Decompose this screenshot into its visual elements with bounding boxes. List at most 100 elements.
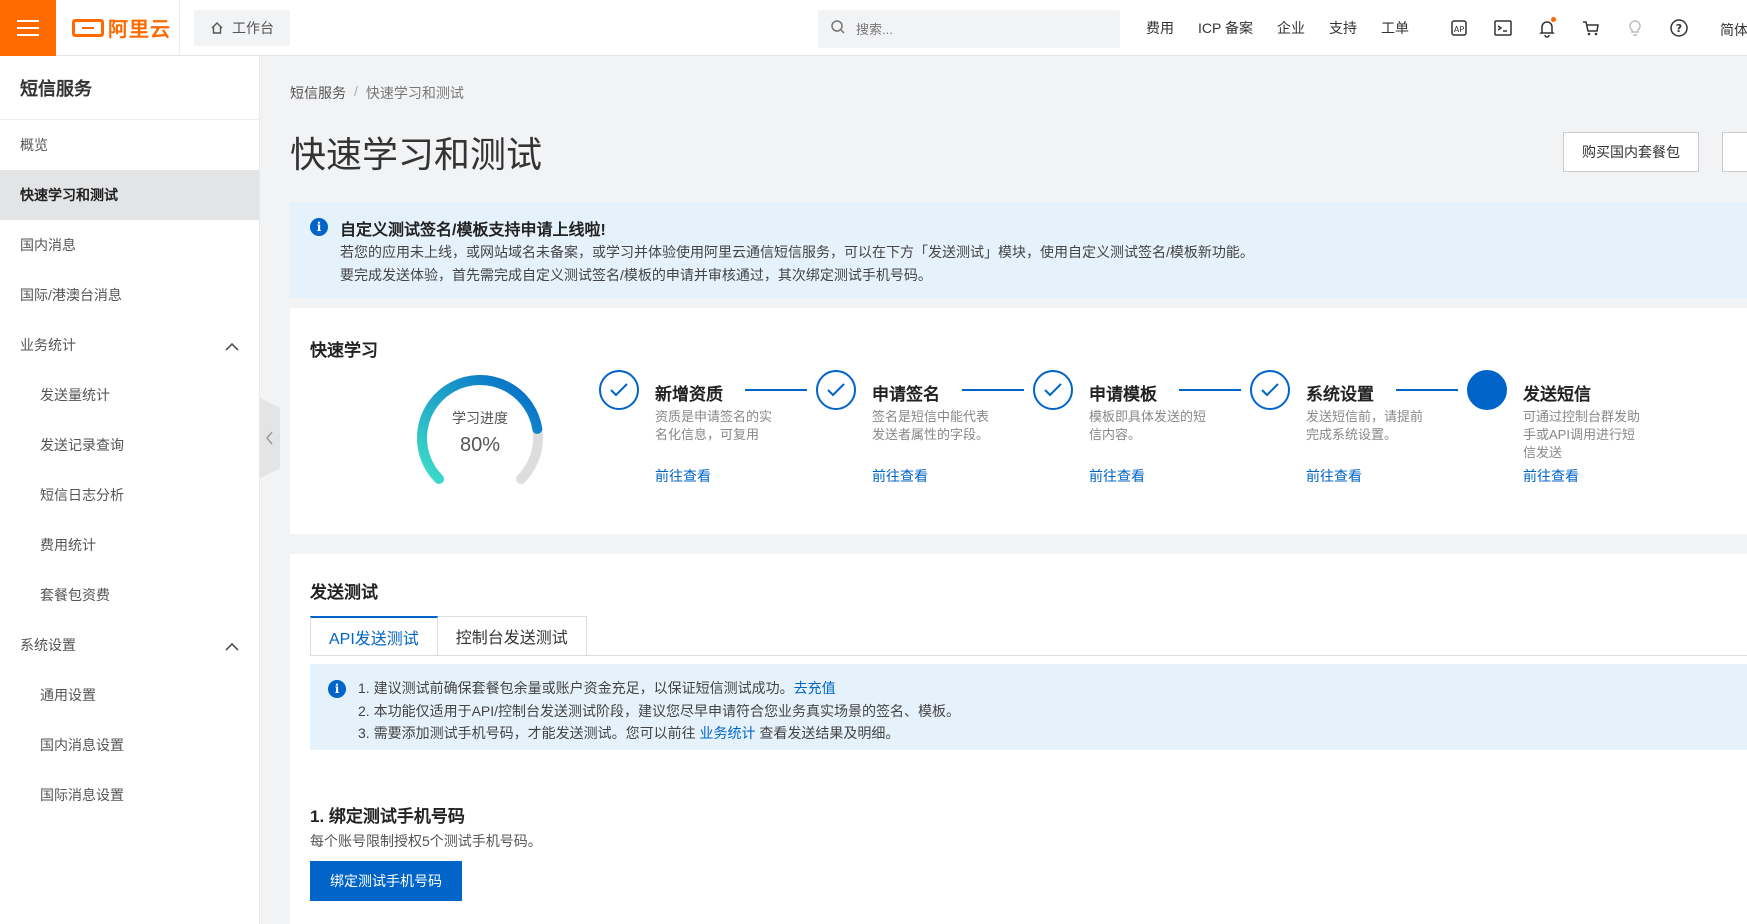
info-icon: i xyxy=(310,218,328,236)
logo-text: 阿里云 xyxy=(108,19,171,41)
notice-banner: i 自定义测试签名/模板支持申请上线啦! 若您的应用未上线，或网站域名未备案，或… xyxy=(290,202,1747,298)
send-test-tabs: API发送测试 控制台发送测试 xyxy=(310,616,587,656)
current-step-icon xyxy=(1467,370,1507,410)
main-content: 短信服务 / 快速学习和测试 快速学习和测试 购买国内套餐包 i 自定义测试签名… xyxy=(290,56,1747,924)
sidebar-item-package-fees[interactable]: 套餐包资费 xyxy=(0,570,259,620)
step-name: 发送短信 xyxy=(1523,385,1591,404)
menu-icon[interactable] xyxy=(0,0,56,56)
info-icon: i xyxy=(328,680,346,698)
tip-box: i 1. 建议测试前确保套餐包余量或账户资金充足，以保证短信测试成功。去充值 2… xyxy=(310,664,1747,750)
tip-line-2: 2. 本功能仅适用于API/控制台发送测试阶段，建议您尽早申请符合您业务真实场景… xyxy=(358,703,961,719)
top-link-billing[interactable]: 费用 xyxy=(1146,18,1174,38)
search-box[interactable] xyxy=(818,10,1120,48)
buy-package-button[interactable]: 购买国内套餐包 xyxy=(1563,132,1699,172)
bell-icon[interactable] xyxy=(1536,17,1558,39)
check-icon xyxy=(599,370,639,410)
chevron-up-icon xyxy=(225,339,239,355)
sidebar-item-quick-learn[interactable]: 快速学习和测试 xyxy=(0,170,259,220)
home-icon xyxy=(210,21,224,35)
top-links: 费用 ICP 备案 企业 支持 工单 xyxy=(1146,0,1409,56)
step-name: 新增资质 xyxy=(655,385,723,404)
sidebar-item-log-analysis[interactable]: 短信日志分析 xyxy=(0,470,259,520)
breadcrumb-root[interactable]: 短信服务 xyxy=(290,83,346,103)
logo[interactable]: 阿里云 xyxy=(56,0,180,56)
step-name: 系统设置 xyxy=(1306,385,1374,404)
bind-phone-title: 1. 绑定测试手机号码 xyxy=(310,807,465,826)
top-link-support[interactable]: 支持 xyxy=(1329,18,1357,38)
step-desc: 模板即具体发送的短信内容。 xyxy=(1089,409,1207,442)
check-icon xyxy=(1033,370,1073,410)
progress-gauge-arc xyxy=(417,375,543,485)
svg-text:AP: AP xyxy=(1454,25,1464,34)
send-test-card: 发送测试 API发送测试 控制台发送测试 i 1. 建议测试前确保套餐包余量或账… xyxy=(290,554,1747,924)
step-desc: 发送短信前，请提前完成系统设置。 xyxy=(1306,409,1424,442)
step-desc: 可通过控制台群发助手或API调用进行短信发送 xyxy=(1523,409,1641,460)
step-connector xyxy=(1179,389,1241,391)
step-name: 申请签名 xyxy=(872,385,940,404)
check-icon xyxy=(1250,370,1290,410)
business-stats-link[interactable]: 业务统计 xyxy=(699,725,755,741)
language-switch[interactable]: 简体 xyxy=(1720,20,1747,40)
send-test-title: 发送测试 xyxy=(310,583,378,602)
breadcrumb-current: 快速学习和测试 xyxy=(365,85,464,101)
breadcrumb: 短信服务 / 快速学习和测试 xyxy=(290,83,464,103)
quick-learn-title: 快速学习 xyxy=(310,341,378,360)
help-icon[interactable]: ? xyxy=(1668,17,1690,39)
progress-label: 学习进度 xyxy=(452,410,508,426)
more-button[interactable] xyxy=(1722,132,1747,172)
app-icon[interactable]: AP xyxy=(1448,17,1470,39)
top-icons: AP ? xyxy=(1448,0,1690,56)
quick-learn-card: 快速学习 学习进度 80% 新增资质 资质是申请签名的实名化信息，可复用 前往查… xyxy=(290,308,1747,534)
sidebar-group-label: 系统设置 xyxy=(20,637,76,653)
notice-line-1: 若您的应用未上线，或网站域名未备案，或学习并体验使用阿里云通信短信服务，可以在下… xyxy=(340,244,1254,260)
step-connector xyxy=(745,389,807,391)
step-desc: 资质是申请签名的实名化信息，可复用 xyxy=(655,409,773,442)
tab-console-test[interactable]: 控制台发送测试 xyxy=(437,616,587,656)
sidebar-item-cost-stats[interactable]: 费用统计 xyxy=(0,520,259,570)
chevron-up-icon xyxy=(225,639,239,655)
breadcrumb-separator: / xyxy=(354,83,358,99)
sidebar-item-domestic[interactable]: 国内消息 xyxy=(0,220,259,270)
sidebar-group-settings[interactable]: 系统设置 xyxy=(0,620,259,670)
workbench-label: 工作台 xyxy=(232,19,274,36)
step-link[interactable]: 前往查看 xyxy=(1523,466,1579,486)
search-icon xyxy=(830,19,846,40)
chevron-left-icon xyxy=(266,431,273,445)
step-link[interactable]: 前往查看 xyxy=(655,466,711,486)
top-link-icp[interactable]: ICP 备案 xyxy=(1198,18,1253,38)
svg-text:?: ? xyxy=(1676,22,1682,35)
sidebar-item-international-settings[interactable]: 国际消息设置 xyxy=(0,770,259,820)
sidebar-item-send-volume[interactable]: 发送量统计 xyxy=(0,370,259,420)
step-desc: 签名是短信中能代表发送者属性的字段。 xyxy=(872,409,990,442)
sidebar-item-general-settings[interactable]: 通用设置 xyxy=(0,670,259,720)
notice-title: 自定义测试签名/模板支持申请上线啦! xyxy=(340,222,606,239)
tip-line-1: 1. 建议测试前确保套餐包余量或账户资金充足，以保证短信测试成功。去充值 xyxy=(358,680,836,696)
sidebar-item-domestic-settings[interactable]: 国内消息设置 xyxy=(0,720,259,770)
notice-line-2: 要完成发送体验，首先需完成自定义测试签名/模板的申请并审核通过，其次绑定测试手机… xyxy=(340,267,932,283)
workbench-button[interactable]: 工作台 xyxy=(194,9,290,46)
sidebar-group-label: 业务统计 xyxy=(20,337,76,353)
step-connector xyxy=(962,389,1024,391)
search-input[interactable] xyxy=(856,21,1096,37)
sidebar-item-overview[interactable]: 概览 xyxy=(0,120,259,170)
aliyun-logo-icon xyxy=(72,18,104,37)
step-link[interactable]: 前往查看 xyxy=(1306,466,1362,486)
step-link[interactable]: 前往查看 xyxy=(872,466,928,486)
tip-line-3: 3. 需要添加测试手机号码，才能发送测试。您可以前往 业务统计 查看发送结果及明… xyxy=(358,725,900,741)
cart-icon[interactable] xyxy=(1580,17,1602,39)
lightbulb-icon[interactable] xyxy=(1624,17,1646,39)
terminal-icon[interactable] xyxy=(1492,17,1514,39)
recharge-link[interactable]: 去充值 xyxy=(794,680,836,696)
bind-phone-button[interactable]: 绑定测试手机号码 xyxy=(310,861,462,901)
sidebar-item-international[interactable]: 国际/港澳台消息 xyxy=(0,270,259,320)
top-link-enterprise[interactable]: 企业 xyxy=(1277,18,1305,38)
top-bar: 阿里云 工作台 费用 ICP 备案 企业 支持 工单 AP xyxy=(0,0,1747,56)
sidebar-group-statistics[interactable]: 业务统计 xyxy=(0,320,259,370)
step-name: 申请模板 xyxy=(1089,385,1157,404)
top-link-ticket[interactable]: 工单 xyxy=(1381,18,1409,38)
step-link[interactable]: 前往查看 xyxy=(1089,466,1145,486)
sidebar-collapse-handle[interactable] xyxy=(260,398,280,478)
notification-dot xyxy=(1551,17,1556,22)
sidebar-item-send-records[interactable]: 发送记录查询 xyxy=(0,420,259,470)
tab-api-test[interactable]: API发送测试 xyxy=(310,616,438,656)
